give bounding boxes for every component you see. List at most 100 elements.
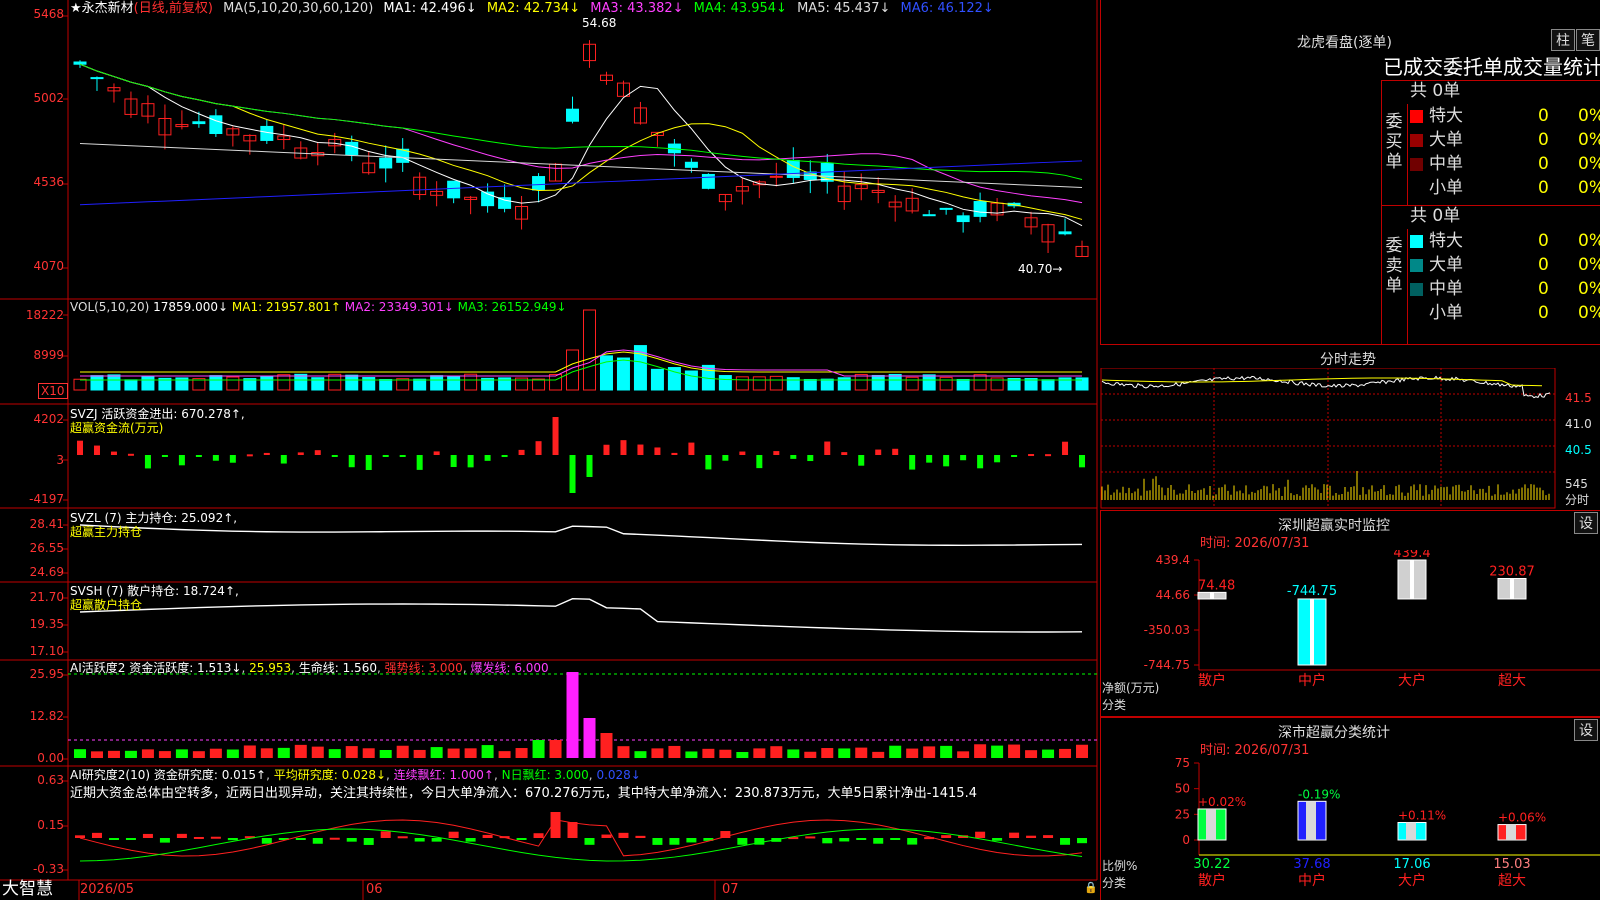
classify-tick-label: 25: [1175, 807, 1190, 821]
fund-flow-bar: [790, 455, 797, 459]
sz-monitor-chart[interactable]: 439.4 44.66 -350.03 -744.75 74.48 散户 -744.75 中户…: [1100, 550, 1600, 715]
activity-bar: [583, 718, 596, 758]
volume-bar: [532, 378, 546, 391]
activity-bar: [1042, 749, 1055, 758]
ma2-value: MA2: 42.734↓: [486, 1, 581, 16]
period-label[interactable]: (日线,前复权): [134, 1, 213, 16]
activity-bar: [1076, 744, 1089, 758]
activity-bar: [226, 749, 239, 758]
candle-body: [209, 115, 223, 135]
activity-bar: [1025, 750, 1038, 758]
fund-flow-bar: [77, 440, 83, 455]
research-bar: [1060, 838, 1071, 845]
fund-flow-bar: [110, 451, 117, 455]
monitor-category-label: 散户: [1198, 672, 1226, 689]
volume-bar: [90, 375, 104, 391]
classify-value-label: 37.68: [1293, 857, 1330, 872]
sz-monitor-settings-button[interactable]: 设: [1574, 512, 1598, 534]
sz-classify-settings-button[interactable]: 设: [1574, 719, 1598, 741]
buy-row-medium[interactable]: 中单00%: [1410, 152, 1600, 176]
sell-row-medium[interactable]: 中单00%: [1410, 277, 1600, 301]
volume-bar: [141, 376, 155, 391]
classify-category-label: 超大: [1498, 873, 1526, 889]
activity-bar: [787, 749, 800, 758]
activity-bar: [209, 748, 222, 758]
sell-row-small[interactable]: 小单00%: [1410, 301, 1600, 325]
volume-bar: [888, 373, 902, 391]
intraday-chart[interactable]: [1100, 368, 1600, 510]
ai-research-tick: 0.63: [37, 773, 64, 787]
sell-row-xl[interactable]: 特大00%: [1410, 229, 1600, 253]
kline-chart-area[interactable]: ★永杰新材(日线,前复权) MA(5,10,20,30,60,120) MA1:…: [0, 0, 1100, 900]
research-bar: [159, 838, 170, 843]
volume-bar: [209, 375, 223, 391]
activity-bar: [447, 748, 460, 758]
volume-bar: [616, 357, 630, 391]
activity-bar: [498, 751, 511, 758]
activity-bar: [668, 745, 681, 758]
ai-research-v4: N日飘红: 3.000: [501, 768, 589, 782]
volume-bar: [735, 376, 749, 391]
volume-bar: [922, 374, 936, 391]
brand-logo: 大智慧: [2, 879, 53, 899]
fund-flow-bar: [382, 455, 389, 457]
chart-header: ★永杰新材(日线,前复权) MA(5,10,20,30,60,120) MA1:…: [70, 1, 994, 17]
fund-flow-bar: [603, 444, 610, 455]
classify-category-label: 散户: [1198, 872, 1226, 889]
activity-bar: [243, 745, 256, 758]
kline-canvas[interactable]: [0, 0, 1100, 900]
research-bar: [380, 831, 391, 838]
volume-bar: [413, 378, 427, 391]
volume-bar: [769, 375, 783, 391]
sell-row-large[interactable]: 大单00%: [1410, 253, 1600, 277]
classify-bar-highlight: [1406, 822, 1416, 840]
fund-flow-bar: [195, 455, 202, 457]
sell-total: 共 0单: [1410, 206, 1461, 226]
fund-flow-bar: [552, 417, 559, 455]
vol-title: VOL(5,10,20): [70, 300, 150, 314]
intraday-tick: 41.0: [1565, 417, 1592, 431]
tick-mode-button[interactable]: 笔: [1576, 29, 1600, 51]
fund-flow-bar: [399, 455, 406, 457]
research-bar: [873, 838, 884, 844]
buy-row-small[interactable]: 小单00%: [1410, 176, 1600, 200]
fund-flow-bar: [263, 452, 270, 455]
ma4-value: MA4: 43.954↓: [693, 1, 787, 16]
svsh-tick: 19.35: [29, 617, 64, 631]
ma3-line: [79, 63, 1083, 204]
fund-flow-bar: [1079, 455, 1086, 468]
fund-flow-bar: [433, 451, 440, 455]
column-mode-button[interactable]: 柱: [1551, 29, 1575, 51]
monitor-category-label: 中户: [1298, 672, 1326, 689]
research-bar: [91, 832, 102, 838]
activity-bar: [362, 748, 375, 758]
volume-header: VOL(5,10,20) 17859.000↓ MA1: 21957.801↑ …: [70, 299, 567, 315]
ma1-line: [79, 63, 1083, 227]
fund-flow-bar: [586, 455, 593, 477]
buy-row-xl[interactable]: 特大00%: [1410, 104, 1600, 128]
monitor-bar-highlight: [1410, 560, 1414, 599]
volume-bar: [447, 375, 461, 391]
vol-tick: 8999: [33, 348, 64, 362]
date-label: 07: [722, 882, 739, 897]
volume-bar: [226, 376, 240, 391]
intraday-tick: 41.5: [1565, 391, 1592, 405]
buy-row-large[interactable]: 大单00%: [1410, 128, 1600, 152]
vol-unit-badge[interactable]: X10: [38, 383, 68, 399]
sz-classify-chart[interactable]: 75 50 25 0 +0.02% 30.22散户 -0.19% 37.68中户 +0.11% 1…: [1100, 755, 1600, 900]
candle-body: [769, 175, 783, 178]
ai-research-v3: 连续飘红: 1.000↑: [393, 768, 494, 782]
monitor-value-label: 74.48: [1198, 578, 1235, 593]
lock-icon[interactable]: 🔒: [1084, 880, 1098, 896]
research-bar: [992, 838, 1003, 841]
candle-body: [192, 121, 206, 125]
research-bar: [1077, 838, 1088, 844]
swatch-icon: [1410, 259, 1423, 272]
activity-bar: [957, 751, 970, 758]
monitor-value-label: 439.4: [1393, 550, 1430, 561]
research-bar: [805, 836, 816, 839]
stock-name[interactable]: 永杰新材: [82, 1, 134, 16]
intraday-vol-unit: 分时: [1565, 493, 1590, 507]
fund-flow-bar: [450, 455, 457, 468]
fund-flow-bar: [824, 441, 831, 455]
